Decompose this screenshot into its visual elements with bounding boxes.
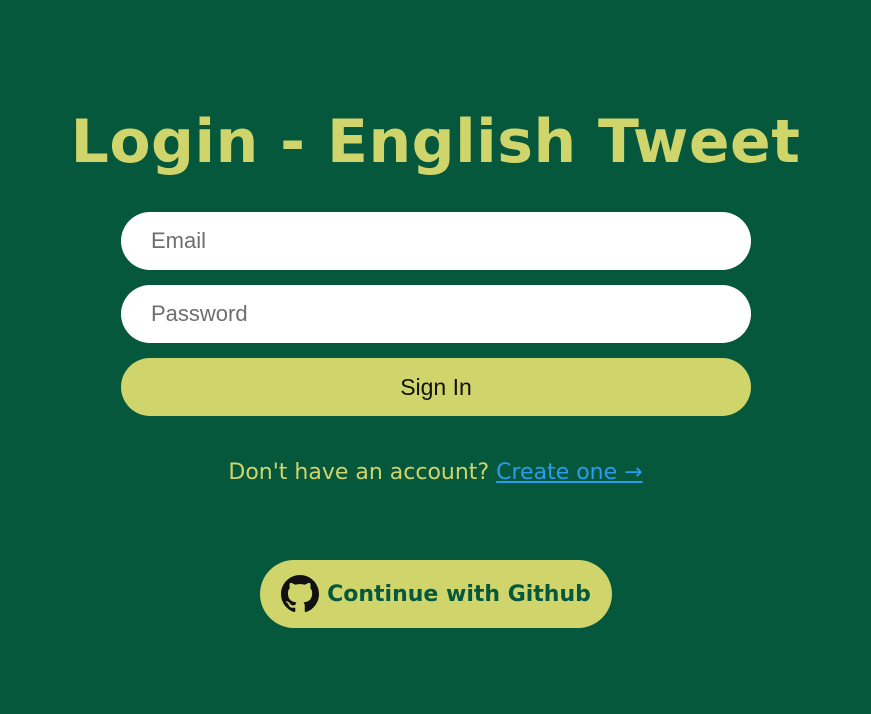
github-login-label: Continue with Github bbox=[327, 581, 591, 607]
github-icon bbox=[281, 575, 320, 613]
github-login-button[interactable]: Continue with Github bbox=[260, 560, 612, 628]
create-account-prompt: Don't have an account? Create one → bbox=[0, 460, 871, 485]
create-account-text: Don't have an account? bbox=[228, 460, 490, 485]
email-field[interactable] bbox=[121, 212, 751, 270]
login-form: Sign In bbox=[121, 212, 751, 416]
create-account-link[interactable]: Create one → bbox=[496, 460, 642, 485]
page-title: Login - English Tweet bbox=[70, 107, 801, 178]
sign-in-button[interactable]: Sign In bbox=[121, 358, 751, 416]
password-field[interactable] bbox=[121, 285, 751, 343]
